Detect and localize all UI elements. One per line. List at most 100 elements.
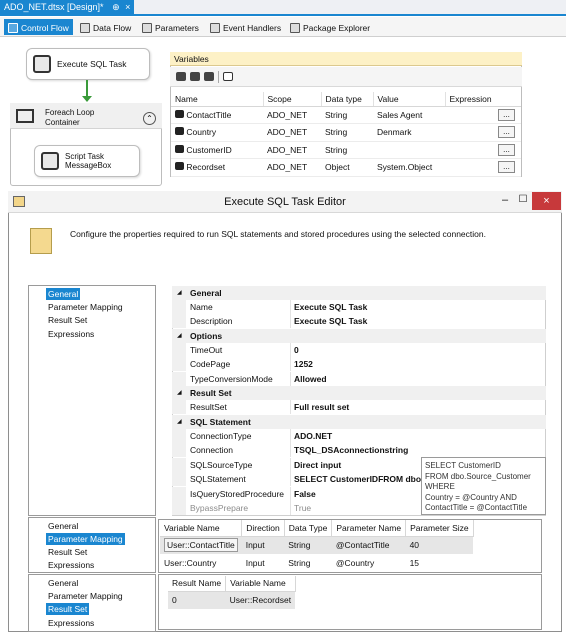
variable-value[interactable]: Denmark bbox=[373, 123, 445, 142]
column-header[interactable]: Name bbox=[171, 92, 264, 107]
table-row[interactable]: User::ContactTitle Input String @Contact… bbox=[160, 536, 474, 554]
collapse-icon[interactable]: ◢ bbox=[177, 289, 182, 296]
tab-parameters[interactable]: Parameters bbox=[138, 19, 203, 35]
tab-data-flow[interactable]: Data Flow bbox=[76, 19, 135, 35]
property-value[interactable]: SELECT CustomerIDFROM dbo bbox=[294, 474, 424, 484]
variable-name[interactable]: ContactTitle bbox=[186, 110, 231, 120]
property-value[interactable]: Allowed bbox=[294, 374, 424, 384]
variable-name[interactable]: Recordset bbox=[186, 162, 225, 172]
property-value[interactable]: ADO.NET bbox=[294, 431, 424, 441]
collapse-icon[interactable]: ◢ bbox=[177, 389, 182, 396]
property-value[interactable]: Execute SQL Task bbox=[294, 302, 424, 312]
property-row-connection-type[interactable]: ConnectionType ADO.NET bbox=[172, 429, 546, 444]
category-result-set[interactable]: ◢ Result Set bbox=[172, 386, 546, 401]
close-tab-icon[interactable]: × bbox=[125, 2, 130, 12]
property-row-resultset[interactable]: ResultSet Full result set bbox=[172, 400, 546, 415]
table-row[interactable]: ContactTitle ADO_NET String Sales Agent … bbox=[171, 106, 521, 124]
direction-cell[interactable]: Input bbox=[242, 554, 285, 572]
variable-value[interactable] bbox=[373, 141, 445, 159]
table-row[interactable]: User::Country Input String @Country 15 bbox=[160, 554, 473, 572]
expression-ellipsis-button[interactable]: ... bbox=[498, 143, 515, 156]
nav-item-parameter-mapping[interactable]: Parameter Mapping bbox=[46, 590, 125, 602]
category-general[interactable]: ◢ General bbox=[172, 286, 546, 301]
tab-package-explorer[interactable]: Package Explorer bbox=[286, 19, 374, 35]
grid-options-icon[interactable] bbox=[223, 72, 233, 81]
tab-event-handlers[interactable]: Event Handlers bbox=[206, 19, 285, 35]
nav-item-parameter-mapping[interactable]: Parameter Mapping bbox=[46, 533, 125, 545]
property-value[interactable]: False bbox=[294, 489, 424, 499]
variable-name-cell[interactable]: User::ContactTitle bbox=[164, 538, 238, 553]
variable-type[interactable]: String bbox=[321, 106, 373, 124]
variable-type[interactable]: String bbox=[321, 141, 373, 159]
property-row-codepage[interactable]: CodePage 1252 bbox=[172, 357, 546, 372]
parameter-name-cell[interactable]: @Country bbox=[332, 554, 406, 572]
nav-item-general[interactable]: General bbox=[46, 520, 80, 532]
result-name-cell[interactable]: 0 bbox=[168, 591, 226, 609]
collapse-icon[interactable]: ◢ bbox=[177, 418, 182, 425]
table-row[interactable]: Recordset ADO_NET Object System.Object .… bbox=[171, 158, 521, 177]
parameter-size-cell[interactable]: 15 bbox=[406, 554, 474, 572]
column-header[interactable]: Result Name bbox=[168, 576, 227, 592]
parameter-name-cell[interactable]: @ContactTitle bbox=[331, 536, 406, 554]
category-options[interactable]: ◢ Options bbox=[172, 329, 546, 344]
execute-sql-task-shape[interactable]: Execute SQL Task bbox=[26, 48, 150, 80]
property-value[interactable]: Direct input bbox=[294, 460, 424, 470]
nav-item-expressions[interactable]: Expressions bbox=[46, 559, 96, 571]
collapse-icon[interactable]: ⌃ bbox=[143, 112, 156, 125]
variable-value[interactable]: Sales Agent bbox=[373, 106, 445, 124]
variable-name-cell[interactable]: User::Country bbox=[160, 554, 242, 572]
variable-name[interactable]: Country bbox=[186, 127, 216, 137]
minimize-button[interactable]: – bbox=[498, 194, 512, 206]
move-variable-icon[interactable] bbox=[190, 72, 200, 81]
column-header[interactable]: Value bbox=[373, 92, 446, 107]
nav-item-parameter-mapping[interactable]: Parameter Mapping bbox=[46, 301, 125, 313]
property-row-timeout[interactable]: TimeOut 0 bbox=[172, 343, 546, 358]
property-row-connection[interactable]: Connection TSQL_DSAconnectionstring bbox=[172, 443, 546, 458]
variable-type[interactable]: String bbox=[321, 123, 373, 142]
table-row[interactable]: CustomerID ADO_NET String ... bbox=[171, 141, 521, 159]
category-sql-statement[interactable]: ◢ SQL Statement bbox=[172, 415, 546, 430]
tab-control-flow[interactable]: Control Flow bbox=[4, 19, 73, 35]
variable-value[interactable]: System.Object bbox=[373, 158, 445, 177]
nav-item-general[interactable]: General bbox=[46, 288, 81, 300]
direction-cell[interactable]: Input bbox=[241, 536, 285, 554]
expression-ellipsis-button[interactable]: ... bbox=[498, 108, 515, 121]
property-value[interactable]: 1252 bbox=[294, 359, 424, 369]
expression-ellipsis-button[interactable]: ... bbox=[498, 126, 515, 139]
data-type-cell[interactable]: String bbox=[284, 536, 332, 554]
column-header[interactable]: Parameter Size bbox=[405, 520, 474, 537]
nav-item-result-set[interactable]: Result Set bbox=[46, 314, 89, 326]
column-header[interactable]: Data Type bbox=[284, 520, 333, 537]
column-header[interactable]: Scope bbox=[263, 92, 322, 107]
column-header[interactable]: Direction bbox=[241, 520, 285, 537]
collapse-icon[interactable]: ◢ bbox=[177, 332, 182, 339]
nav-item-expressions[interactable]: Expressions bbox=[46, 617, 96, 629]
column-header[interactable]: Variable Name bbox=[160, 520, 243, 537]
property-value[interactable]: 0 bbox=[294, 345, 424, 355]
table-row[interactable]: Country ADO_NET String Denmark ... bbox=[171, 123, 521, 142]
column-header[interactable]: Parameter Name bbox=[331, 520, 407, 537]
expression-ellipsis-button[interactable]: ... bbox=[498, 161, 515, 174]
property-row-description[interactable]: Description Execute SQL Task bbox=[172, 314, 546, 329]
property-row-name[interactable]: Name Execute SQL Task bbox=[172, 300, 546, 315]
document-tab[interactable]: ADO_NET.dtsx [Design]* ⊕ × bbox=[0, 0, 135, 16]
variable-name-cell[interactable]: User::Recordset bbox=[225, 591, 296, 609]
delete-variable-icon[interactable] bbox=[204, 72, 214, 81]
nav-item-general[interactable]: General bbox=[46, 577, 80, 589]
column-header[interactable]: Data type bbox=[321, 92, 374, 107]
data-type-cell[interactable]: String bbox=[284, 554, 332, 572]
variable-type[interactable]: Object bbox=[321, 158, 373, 177]
property-row-type-conversion-mode[interactable]: TypeConversionMode Allowed bbox=[172, 372, 546, 387]
column-header[interactable]: Expression bbox=[445, 92, 521, 107]
nav-item-expressions[interactable]: Expressions bbox=[46, 328, 96, 340]
property-value[interactable]: Execute SQL Task bbox=[294, 316, 424, 326]
table-row[interactable]: 0 User::Recordset bbox=[168, 591, 296, 609]
close-button[interactable]: × bbox=[532, 192, 561, 210]
add-variable-icon[interactable] bbox=[176, 72, 186, 81]
nav-item-result-set[interactable]: Result Set bbox=[46, 603, 90, 615]
variable-name[interactable]: CustomerID bbox=[186, 145, 231, 155]
property-value[interactable]: Full result set bbox=[294, 402, 424, 412]
script-task-shape[interactable]: Script Task MessageBox bbox=[34, 145, 140, 177]
pin-icon[interactable]: ⊕ bbox=[112, 2, 120, 12]
property-value[interactable]: TSQL_DSAconnectionstring bbox=[294, 445, 424, 455]
